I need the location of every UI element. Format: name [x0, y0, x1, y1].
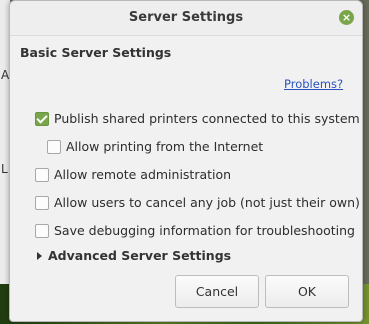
expander-triangle-icon [37, 251, 42, 260]
background-text: L [1, 162, 8, 176]
checkbox-label: Save debugging information for troublesh… [54, 223, 355, 238]
checkbox-label: Allow printing from the Internet [66, 139, 264, 154]
checkbox-icon[interactable] [35, 167, 49, 182]
section-heading: Basic Server Settings [20, 45, 172, 60]
checkbox-label: Publish shared printers connected to thi… [54, 111, 360, 126]
checkbox-label: Allow remote administration [54, 167, 232, 182]
cancel-button[interactable]: Cancel [175, 275, 259, 308]
close-icon[interactable]: × [339, 10, 354, 25]
problems-link[interactable]: Problems? [284, 77, 343, 91]
checkbox-icon[interactable] [35, 195, 49, 210]
dialog-title: Server Settings [128, 10, 244, 25]
checkbox-icon[interactable] [35, 111, 49, 126]
checkbox-icon[interactable] [47, 139, 61, 154]
allow-remote-admin-checkbox[interactable]: Allow remote administration [35, 167, 231, 182]
advanced-settings-expander[interactable]: Advanced Server Settings [37, 248, 231, 263]
allow-printing-internet-checkbox[interactable]: Allow printing from the Internet [47, 139, 263, 154]
publish-shared-printers-checkbox[interactable]: Publish shared printers connected to thi… [35, 111, 360, 126]
background-text: A [1, 68, 10, 82]
server-settings-dialog: Server Settings × Basic Server Settings … [9, 0, 363, 322]
ok-button[interactable]: OK [265, 275, 349, 308]
expander-label: Advanced Server Settings [48, 248, 232, 263]
allow-cancel-any-job-checkbox[interactable]: Allow users to cancel any job (not just … [35, 195, 360, 210]
save-debugging-checkbox[interactable]: Save debugging information for troublesh… [35, 223, 355, 238]
title-bar[interactable]: Server Settings × [10, 1, 362, 36]
checkbox-icon[interactable] [35, 223, 49, 238]
checkbox-label: Allow users to cancel any job (not just … [54, 195, 360, 210]
